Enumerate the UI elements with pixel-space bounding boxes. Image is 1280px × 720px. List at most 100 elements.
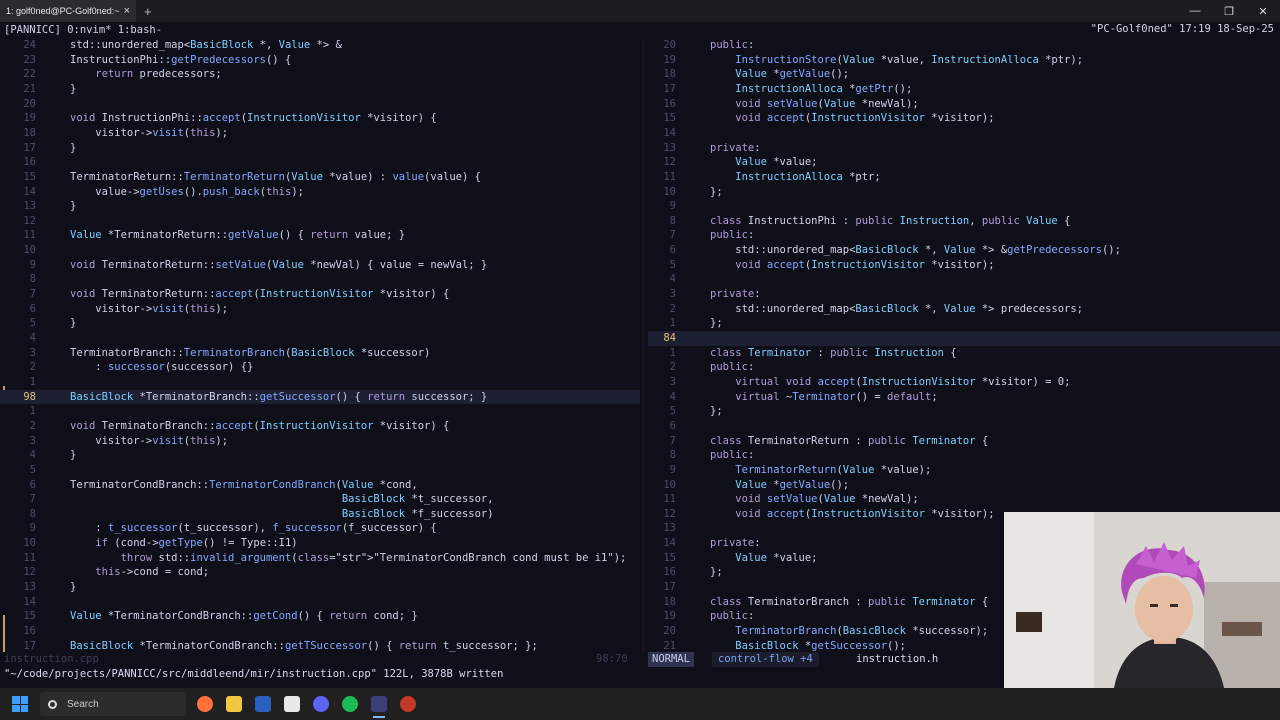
code-line[interactable]: 19 void InstructionPhi::accept(Instructio… (0, 111, 640, 126)
code-line[interactable]: 3 private: (648, 287, 1280, 302)
code-line[interactable]: 9 TerminatorReturn(Value *value); (648, 463, 1280, 478)
code-line[interactable]: 11 void setValue(Value *newVal); (648, 492, 1280, 507)
code-line[interactable]: 24 std::unordered_map<BasicBlock *, Value… (0, 38, 640, 53)
code-line[interactable]: 9 (648, 199, 1280, 214)
code-line[interactable]: 17 InstructionAlloca *getPtr(); (648, 82, 1280, 97)
code-line[interactable]: 5}; (648, 404, 1280, 419)
code-line[interactable]: 23 InstructionPhi::getPredecessors() { (0, 53, 640, 68)
command-line[interactable]: "~/code/projects/PANNICC/src/middleend/m… (4, 668, 503, 680)
code-line[interactable]: 14 (0, 595, 640, 610)
code-line[interactable]: 6 visitor->visit(this); (0, 302, 640, 317)
pane-divider[interactable] (642, 38, 644, 652)
code-text: private: (710, 141, 761, 154)
code-line[interactable]: 11 InstructionAlloca *ptr; (648, 170, 1280, 185)
code-line[interactable]: 15 TerminatorReturn::TerminatorReturn(Val… (0, 170, 640, 185)
code-line[interactable]: 4} (0, 448, 640, 463)
code-line[interactable]: 20 public: (648, 38, 1280, 53)
code-line[interactable]: 17} (0, 141, 640, 156)
taskbar-app-notion[interactable] (277, 688, 306, 720)
code-line[interactable]: 9 : t_successor(t_successor), f_successo… (0, 521, 640, 536)
code-line[interactable]: 2 void TerminatorBranch::accept(Instructi… (0, 419, 640, 434)
code-line[interactable]: 14 (648, 126, 1280, 141)
code-line[interactable]: 22 return predecessors; (0, 67, 640, 82)
code-line[interactable]: 10 Value *getValue(); (648, 478, 1280, 493)
code-line[interactable]: 8 (0, 272, 640, 287)
code-line[interactable]: 10}; (648, 185, 1280, 200)
code-line[interactable]: 13} (0, 199, 640, 214)
code-line[interactable]: 6 (648, 419, 1280, 434)
code-line[interactable]: 6 TerminatorCondBranch::TerminatorCondBra… (0, 478, 640, 493)
taskbar-app-terminal[interactable] (364, 688, 393, 720)
code-line[interactable]: 11 Value *TerminatorReturn::getValue() { … (0, 228, 640, 243)
code-line[interactable]: 5 (0, 463, 640, 478)
code-line[interactable]: 13} (0, 580, 640, 595)
code-line[interactable]: 7 class TerminatorReturn : public Termina… (648, 434, 1280, 449)
code-line[interactable]: 2 public: (648, 360, 1280, 375)
code-text: } (70, 581, 77, 594)
code-line[interactable]: 4 (648, 272, 1280, 287)
terminal-tab[interactable]: 1: golf0ned@PC-Golf0ned:~ × (0, 0, 136, 22)
tab-close-icon[interactable]: × (124, 5, 130, 17)
code-line[interactable]: 10 if (cond->getType() != Type::I1) (0, 536, 640, 551)
taskbar-app-word[interactable] (248, 688, 277, 720)
code-line[interactable]: 12 this->cond = cond; (0, 565, 640, 580)
code-line[interactable]: 7 BasicBlock *t_successor, (0, 492, 640, 507)
tmux-session-windows[interactable]: [PANNICC] 0:nvim* 1:bash- (4, 24, 162, 36)
start-button[interactable] (0, 688, 40, 720)
code-line[interactable]: 1 class Terminator : public Instruction { (648, 346, 1280, 361)
code-line[interactable]: 10 (0, 243, 640, 258)
code-line[interactable]: 8 class InstructionPhi : public Instructi… (648, 214, 1280, 229)
code-line[interactable]: 4 virtual ~Terminator() = default; (648, 390, 1280, 405)
code-line[interactable]: 2 std::unordered_map<BasicBlock *, Value… (648, 302, 1280, 317)
taskbar-app-discord[interactable] (306, 688, 335, 720)
code-line[interactable]: 7 public: (648, 228, 1280, 243)
code-line[interactable]: 5} (0, 316, 640, 331)
code-line[interactable]: 3 virtual void accept(InstructionVisitor… (648, 375, 1280, 390)
code-line[interactable]: 11 throw std::invalid_argument(class="st… (0, 551, 640, 566)
code-line[interactable]: 1 (0, 404, 640, 419)
taskbar-apps (190, 688, 422, 720)
taskbar-app-spotify[interactable] (335, 688, 364, 720)
close-window-button[interactable]: ✕ (1246, 0, 1280, 22)
line-number: 17 (23, 639, 36, 652)
line-number: 6 (29, 302, 36, 315)
code-line[interactable]: 14 value->getUses().push_back(this); (0, 185, 640, 200)
code-line[interactable]: 2 : successor(successor) {} (0, 360, 640, 375)
taskbar-search[interactable]: Search (40, 692, 186, 716)
code-line[interactable]: 18 Value *getValue(); (648, 67, 1280, 82)
code-line[interactable]: 13 private: (648, 141, 1280, 156)
taskbar-app-obs[interactable] (393, 688, 422, 720)
code-line[interactable]: 16 void setValue(Value *newVal); (648, 97, 1280, 112)
code-line[interactable]: 84 (648, 331, 1280, 346)
editor-pane-left[interactable]: 24 std::unordered_map<BasicBlock *, Value… (0, 38, 640, 652)
code-line[interactable]: 9 void TerminatorReturn::setValue(Value *… (0, 258, 640, 273)
code-line[interactable]: 15 Value *TerminatorCondBranch::getCond()… (0, 609, 640, 624)
code-line[interactable]: 8 BasicBlock *f_successor) (0, 507, 640, 522)
code-line[interactable]: 17 BasicBlock *TerminatorCondBranch::getT… (0, 639, 640, 652)
code-line[interactable]: 1}; (648, 316, 1280, 331)
code-line[interactable]: 3 visitor->visit(this); (0, 434, 640, 449)
code-text: BasicBlock *t_successor, (341, 493, 494, 506)
code-line[interactable]: 16 (0, 624, 640, 639)
taskbar-app-file-explorer[interactable] (219, 688, 248, 720)
maximize-button[interactable]: ❐ (1212, 0, 1246, 22)
code-line[interactable]: 18 visitor->visit(this); (0, 126, 640, 141)
code-line[interactable]: 98 BasicBlock *TerminatorBranch::getSucce… (0, 389, 640, 405)
code-line[interactable]: 12 Value *value; (648, 155, 1280, 170)
code-line[interactable]: 16 (0, 155, 640, 170)
code-line[interactable]: 1 (0, 375, 640, 390)
code-line[interactable]: 20 (0, 97, 640, 112)
code-line[interactable]: 3 TerminatorBranch::TerminatorBranch(Basi… (0, 346, 640, 361)
code-line[interactable]: 8 public: (648, 448, 1280, 463)
minimize-button[interactable]: — (1178, 0, 1212, 22)
new-tab-button[interactable]: + (144, 4, 152, 19)
code-line[interactable]: 19 InstructionStore(Value *value, Instru… (648, 53, 1280, 68)
code-line[interactable]: 4 (0, 331, 640, 346)
code-line[interactable]: 7 void TerminatorReturn::accept(Instructi… (0, 287, 640, 302)
code-line[interactable]: 15 void accept(InstructionVisitor *visit… (648, 111, 1280, 126)
code-line[interactable]: 21} (0, 82, 640, 97)
code-line[interactable]: 12 (0, 214, 640, 229)
code-line[interactable]: 5 void accept(InstructionVisitor *visito… (648, 258, 1280, 273)
code-line[interactable]: 6 std::unordered_map<BasicBlock *, Value… (648, 243, 1280, 258)
taskbar-app-firefox[interactable] (190, 688, 219, 720)
